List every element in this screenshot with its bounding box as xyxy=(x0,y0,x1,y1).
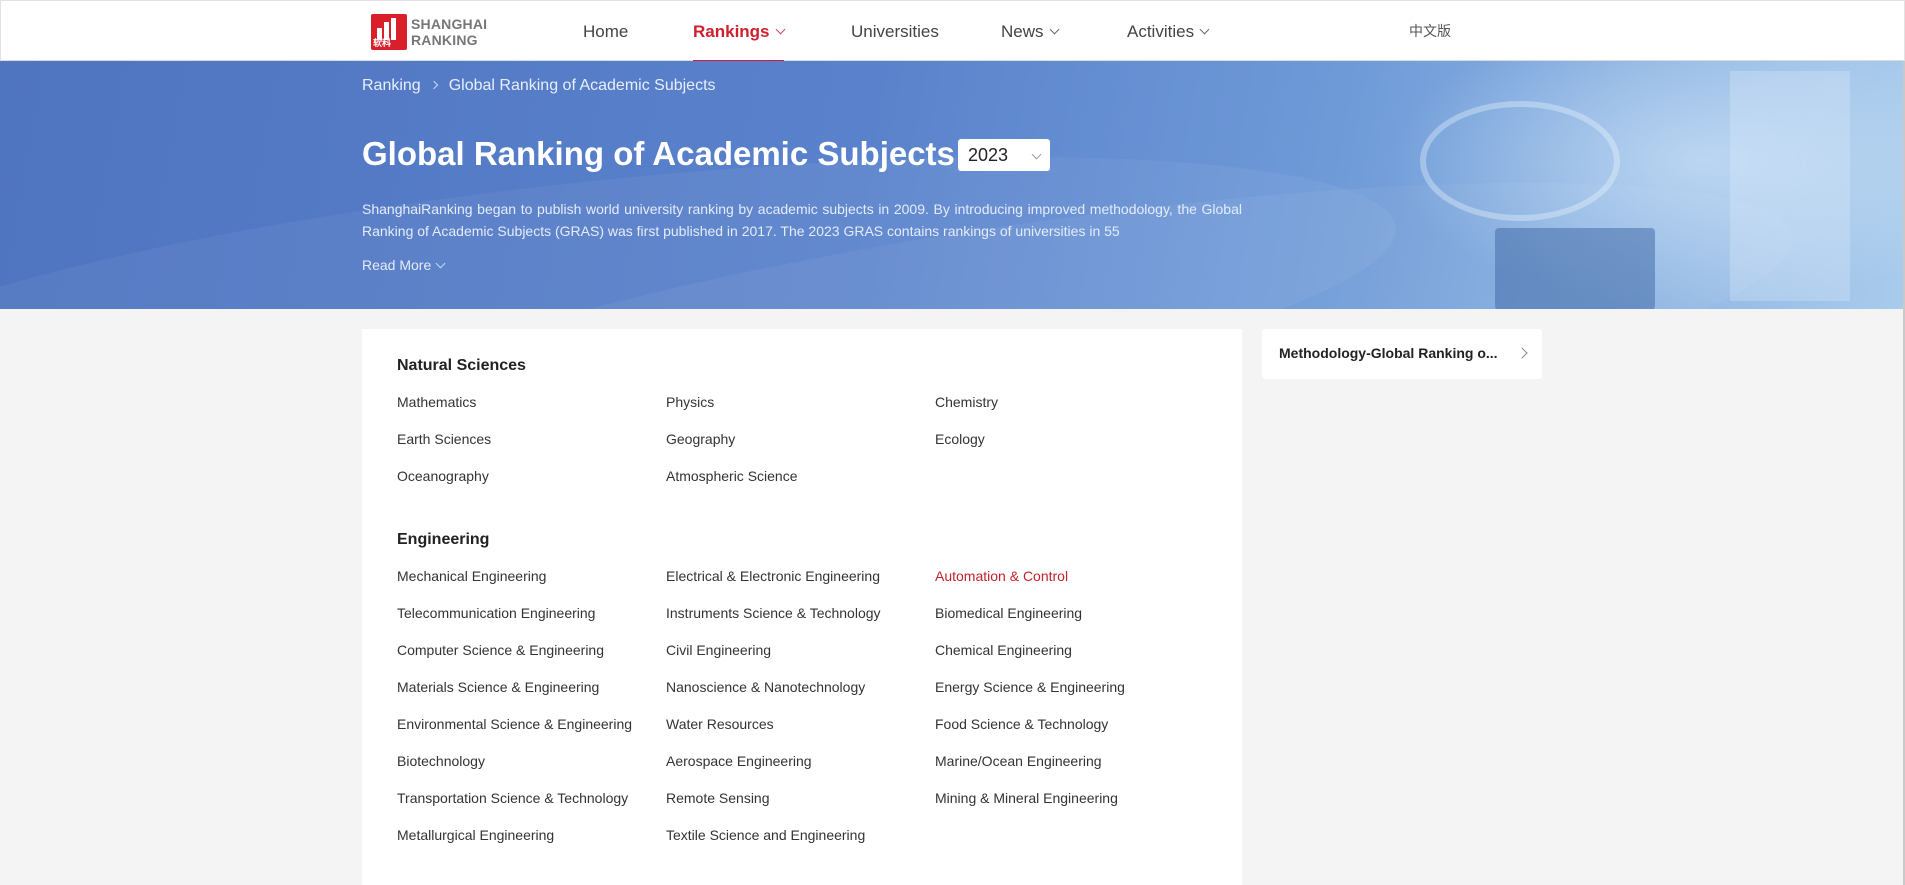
logo-text: SHANGHAI RANKING xyxy=(411,16,487,48)
nav-rankings-label: Rankings xyxy=(693,22,770,41)
section-title: Engineering xyxy=(397,531,490,548)
subject-link[interactable]: Materials Science & Engineering xyxy=(397,679,666,716)
subject-link[interactable]: Electrical & Electronic Engineering xyxy=(666,568,935,605)
nav-rankings[interactable]: Rankings xyxy=(693,1,785,62)
page-title: Global Ranking of Academic Subjects xyxy=(362,135,955,172)
subject-link[interactable]: Mathematics xyxy=(397,394,666,431)
nav-activities-label: Activities xyxy=(1127,22,1195,41)
nav-universities-label: Universities xyxy=(851,22,939,41)
subject-link[interactable]: Automation & Control xyxy=(935,568,1204,605)
chevron-right-icon xyxy=(429,80,438,90)
logo-mark-icon: 软科 xyxy=(371,14,407,50)
chevron-down-icon xyxy=(1049,24,1059,35)
chevron-down-icon xyxy=(435,258,446,269)
subject-link[interactable]: Chemistry xyxy=(935,394,1204,431)
subject-link[interactable]: Physics xyxy=(666,394,935,431)
section-natural-sciences: Natural Sciences Mathematics Physics Chemi… xyxy=(397,357,998,484)
breadcrumb-current: Global Ranking of Academic Subjects xyxy=(448,77,716,94)
nav-home-label: Home xyxy=(583,22,629,41)
subject-grid: Mathematics Physics Chemistry Earth Science… xyxy=(397,394,1204,505)
section-title: Natural Sciences xyxy=(397,357,526,374)
site-logo[interactable]: 软科 SHANGHAI RANKING xyxy=(371,14,487,50)
subject-link[interactable]: Ecology xyxy=(935,431,1204,468)
year-select-value: 2023 xyxy=(968,145,1009,165)
banner-content: Ranking Global Ranking of Academic Subjec… xyxy=(362,61,1242,309)
subject-link[interactable]: Textile Science and Engineering xyxy=(666,827,935,864)
subject-link[interactable]: Transportation Science & Technology xyxy=(397,790,666,827)
chevron-right-icon xyxy=(1516,347,1528,359)
nav-universities[interactable]: Universities xyxy=(851,1,939,62)
subject-link[interactable]: Marine/Ocean Engineering xyxy=(935,753,1204,790)
subject-link[interactable]: Energy Science & Engineering xyxy=(935,679,1204,716)
chevron-down-icon xyxy=(1031,149,1042,160)
subject-link[interactable]: Oceanography xyxy=(397,468,666,505)
read-more-label: Read More xyxy=(362,257,432,273)
page-description: ShanghaiRanking began to publish world u… xyxy=(362,201,1242,239)
nav-activities[interactable]: Activities xyxy=(1127,1,1210,62)
hero-banner: Ranking Global Ranking of Academic Subjec… xyxy=(0,61,1905,309)
breadcrumb: Ranking Global Ranking of Academic Subjec… xyxy=(362,77,716,95)
banner-lab-image xyxy=(1730,71,1850,301)
read-more-button[interactable]: Read More xyxy=(362,257,446,273)
subject-link[interactable]: Water Resources xyxy=(666,716,935,753)
banner-lab-image xyxy=(1495,228,1655,309)
subject-grid: Mechanical Engineering Electrical & Elect… xyxy=(397,568,1204,864)
subject-link[interactable]: Computer Science & Engineering xyxy=(397,642,666,679)
nav-news-label: News xyxy=(1001,22,1044,41)
breadcrumb-ranking[interactable]: Ranking xyxy=(362,77,421,94)
subject-link[interactable]: Atmospheric Science xyxy=(666,468,935,505)
methodology-label: Methodology-Global Ranking o... xyxy=(1279,345,1498,361)
subjects-card: Natural Sciences Mathematics Physics Chemi… xyxy=(362,329,1242,885)
language-switch[interactable]: 中文版 xyxy=(1409,1,1451,62)
subject-link[interactable]: Mechanical Engineering xyxy=(397,568,666,605)
chevron-down-icon xyxy=(1199,24,1210,35)
nav-news[interactable]: News xyxy=(1001,1,1059,62)
methodology-link[interactable]: Methodology-Global Ranking o... xyxy=(1262,329,1542,379)
subject-link[interactable]: Earth Sciences xyxy=(397,431,666,468)
year-select[interactable]: 2023 xyxy=(958,139,1050,171)
subject-link[interactable]: Civil Engineering xyxy=(666,642,935,679)
subject-link[interactable]: Food Science & Technology xyxy=(935,716,1204,753)
subject-link[interactable]: Mining & Mineral Engineering xyxy=(935,790,1204,827)
banner-lab-image xyxy=(1420,101,1620,221)
logo-mark-text: 软科 xyxy=(373,38,392,48)
subject-link[interactable]: Geography xyxy=(666,431,935,468)
subject-link[interactable]: Biotechnology xyxy=(397,753,666,790)
subject-link[interactable]: Remote Sensing xyxy=(666,790,935,827)
logo-line-2: RANKING xyxy=(411,32,478,48)
logo-line-1: SHANGHAI xyxy=(411,16,488,32)
top-header: 软科 SHANGHAI RANKING Home Rankings Univer… xyxy=(0,0,1905,62)
chevron-down-icon xyxy=(775,24,785,35)
subject-link[interactable]: Chemical Engineering xyxy=(935,642,1204,679)
subject-link[interactable]: Biomedical Engineering xyxy=(935,605,1204,642)
subject-link[interactable]: Metallurgical Engineering xyxy=(397,827,666,864)
section-engineering: Engineering Mechanical Engineering Electr… xyxy=(397,531,1125,843)
subject-link[interactable]: Telecommunication Engineering xyxy=(397,605,666,642)
subject-link[interactable]: Instruments Science & Technology xyxy=(666,605,935,642)
subject-link[interactable]: Environmental Science & Engineering xyxy=(397,716,666,753)
subject-link[interactable]: Aerospace Engineering xyxy=(666,753,935,790)
nav-home[interactable]: Home xyxy=(583,1,628,62)
subject-link[interactable]: Nanoscience & Nanotechnology xyxy=(666,679,935,716)
